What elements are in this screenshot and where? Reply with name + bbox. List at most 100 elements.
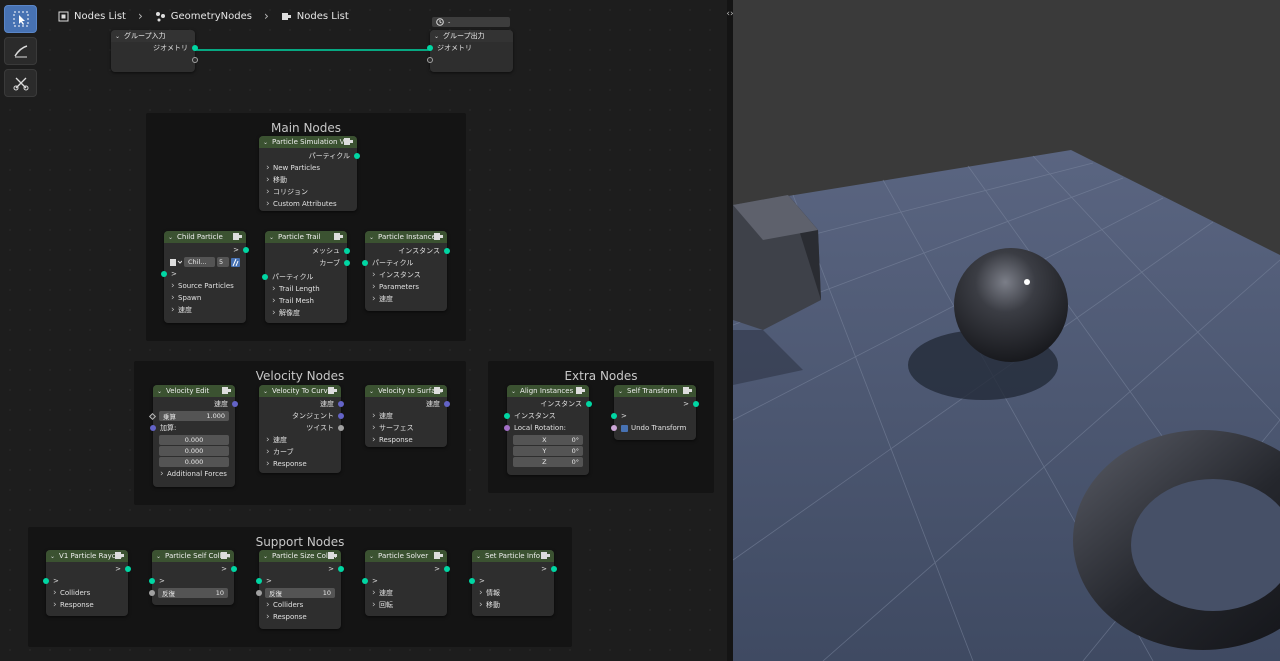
checkbox-checked-icon[interactable] [621, 424, 628, 432]
3d-viewport[interactable] [733, 0, 1280, 661]
select-tool-button[interactable] [4, 5, 37, 33]
node-header[interactable]: ⌄ Particle Simulation V4 [259, 136, 357, 148]
chevron-down-icon[interactable]: ⌄ [476, 553, 481, 560]
curve-socket[interactable] [344, 260, 350, 266]
particle-solver-node[interactable]: ⌄Particle Solver > > 速度 回転 [362, 550, 450, 616]
instance-socket[interactable] [444, 248, 450, 254]
panel-row[interactable]: Response [365, 434, 447, 446]
panel-row[interactable]: Spawn [164, 292, 246, 304]
vector-x-field[interactable]: 0.000 [159, 435, 229, 445]
panel-row[interactable]: Response [259, 458, 341, 470]
add-socket[interactable] [150, 425, 156, 431]
node-header[interactable]: ⌄ グループ入力 [111, 30, 195, 42]
tangent-socket[interactable] [338, 413, 344, 419]
velocity-edit-node[interactable]: ⌄ Velocity Edit 速度 乗算 1.000 加算: 0.000 0.00… [148, 385, 238, 487]
node-header[interactable]: ⌄ Particle Size Coll... [259, 550, 341, 562]
node-header[interactable]: ⌄ Particle Instance [365, 231, 447, 243]
panel-row[interactable]: 情報 [472, 587, 554, 599]
node-editor[interactable]: Nodes List › GeometryNodes › Nodes List … [0, 0, 727, 661]
output-socket[interactable] [125, 566, 131, 572]
chevron-down-icon[interactable]: ⌄ [50, 553, 55, 560]
chevron-down-icon[interactable]: ⌄ [369, 553, 374, 560]
node-header[interactable]: ⌄ Velocity to Surfa... [365, 385, 447, 397]
instance-socket[interactable] [586, 401, 592, 407]
empty-socket[interactable] [192, 57, 198, 63]
panel-row[interactable]: 速度 [365, 587, 447, 599]
panel-row[interactable]: Response [259, 611, 341, 623]
rotation-socket[interactable] [504, 425, 510, 431]
links-cut-tool-button[interactable] [4, 69, 37, 97]
panel-row[interactable]: Additional Forces [153, 468, 235, 480]
velocity-to-curve-node[interactable]: ⌄Velocity To Curve 速度 タンジェント ツイスト 速度 カーブ… [259, 385, 344, 473]
panel-row[interactable]: Parameters [365, 281, 447, 293]
output-socket[interactable] [551, 566, 557, 572]
panel-row[interactable]: 速度 [164, 304, 246, 316]
input-socket[interactable] [362, 578, 368, 584]
node-group-name-field[interactable]: Chil... [184, 257, 215, 267]
user-count-field[interactable]: 5 [217, 257, 229, 267]
panel-row[interactable]: 速度 [259, 434, 341, 446]
particle-trail-node[interactable]: ⌄Particle Trail メッシュ カーブ パーティクル Trail Le… [262, 231, 350, 323]
input-socket[interactable] [611, 413, 617, 419]
panel-row[interactable]: Trail Mesh [265, 295, 347, 307]
velocity-socket[interactable] [444, 401, 450, 407]
particle-socket[interactable] [362, 260, 368, 266]
panel-row[interactable]: Source Particles [164, 280, 246, 292]
output-socket[interactable] [243, 247, 249, 253]
multiply-field[interactable]: 乗算 1.000 [159, 411, 229, 421]
particle-socket[interactable] [354, 153, 360, 159]
panel-row[interactable]: Colliders [46, 587, 128, 599]
particle-self-collision-node[interactable]: ⌄ Particle Self Colli... > > 反復 10 [149, 550, 237, 605]
chevron-down-icon[interactable]: ⌄ [263, 553, 268, 560]
vector-z-field[interactable]: 0.000 [159, 457, 229, 467]
align-instances-node[interactable]: ⌄ Align Instances ... インスタンス インスタンス Local… [504, 385, 592, 475]
particle-simulation-node[interactable]: ⌄Particle Simulation V4 パーティクル New Parti… [259, 136, 360, 211]
panel-row[interactable]: Custom Attributes [259, 198, 357, 210]
node-header[interactable]: ⌄ Self Transform [614, 385, 696, 397]
input-socket[interactable] [469, 578, 475, 584]
chevron-down-icon[interactable]: ⌄ [618, 388, 623, 395]
node-header[interactable]: ⌄ Velocity Edit [153, 385, 235, 397]
chevron-down-icon[interactable]: ⌄ [434, 33, 439, 40]
panel-row[interactable]: カーブ [259, 446, 341, 458]
self-transform-node[interactable]: ⌄ Self Transform > > Undo Transform [611, 385, 699, 440]
panel-row[interactable]: 移動 [259, 174, 357, 186]
group-output-node[interactable]: ⌄ グループ出力 ジオメトリ [427, 30, 513, 72]
iterations-socket[interactable] [256, 590, 262, 596]
geometry-socket[interactable] [192, 45, 198, 51]
node-header[interactable]: ⌄ Particle Solver [365, 550, 447, 562]
vector-y-field[interactable]: 0.000 [159, 446, 229, 456]
output-socket[interactable] [231, 566, 237, 572]
group-input-node[interactable]: ⌄ グループ入力 ジオメトリ [111, 30, 198, 72]
geometry-socket[interactable] [427, 45, 433, 51]
empty-socket[interactable] [427, 57, 433, 63]
child-particle-node[interactable]: ⌄Child Particle > Chil... 5 > Source Par… [161, 231, 249, 323]
breadcrumb-item-node-tree[interactable]: Nodes List [281, 11, 349, 22]
node-header[interactable]: ⌄ Particle Trail [265, 231, 347, 243]
iterations-field[interactable]: 反復 10 [265, 588, 335, 598]
rotation-y-field[interactable]: Y 0° [513, 446, 583, 456]
rotation-z-field[interactable]: Z 0° [513, 457, 583, 467]
boolean-socket[interactable] [611, 425, 617, 431]
panel-row[interactable]: New Particles [259, 162, 357, 174]
input-socket[interactable] [256, 578, 262, 584]
undo-transform-checkbox-row[interactable]: Undo Transform [611, 422, 696, 434]
velocity-to-surface-node[interactable]: ⌄Velocity to Surfa... 速度 速度 サーフェス Respon… [365, 385, 450, 447]
chevron-down-icon[interactable]: ⌄ [269, 234, 274, 241]
panel-row[interactable]: 移動 [472, 599, 554, 611]
node-header[interactable]: ⌄ Child Particle [164, 231, 246, 243]
input-socket[interactable] [149, 578, 155, 584]
velocity-socket[interactable] [338, 401, 344, 407]
group-output-header-field[interactable]: - [432, 17, 510, 27]
output-socket[interactable] [338, 566, 344, 572]
chevron-down-icon[interactable]: ⌄ [511, 388, 516, 395]
node-header[interactable]: ⌄ Align Instances ... [507, 385, 589, 397]
breadcrumb-item-modifier[interactable]: GeometryNodes [155, 11, 252, 22]
iterations-socket[interactable] [149, 590, 155, 596]
instance-input-socket[interactable] [504, 413, 510, 419]
panel-row[interactable]: インスタンス [365, 269, 447, 281]
node-header[interactable]: ⌄ Velocity To Curve [259, 385, 341, 397]
node-header[interactable]: ⌄ グループ出力 [430, 30, 513, 42]
panel-row[interactable]: Trail Length [265, 283, 347, 295]
particle-instance-node[interactable]: ⌄Particle Instance インスタンス パーティクル インスタンス … [362, 231, 450, 311]
